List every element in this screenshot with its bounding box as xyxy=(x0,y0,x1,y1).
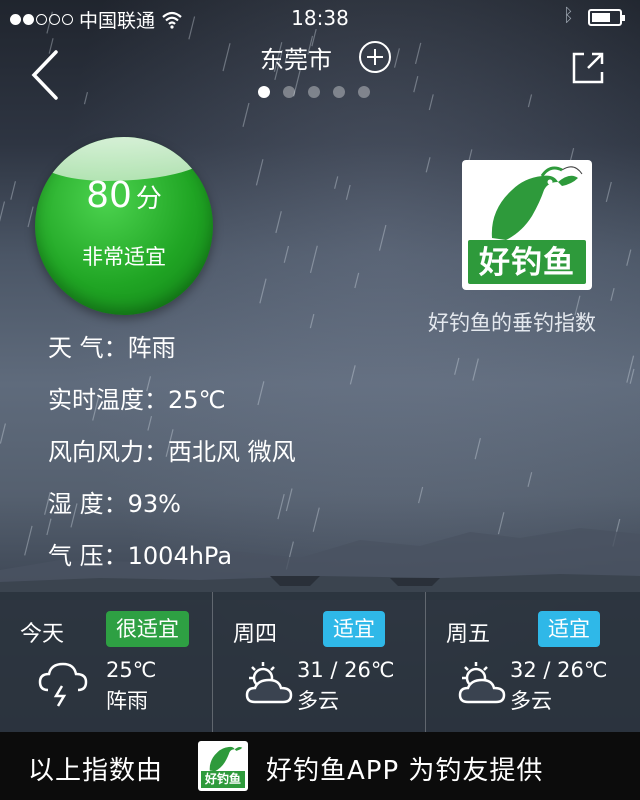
current-conditions: 天 气：阵雨 实时温度：25℃ 风向风力：西北风 微风 湿 度：93% 气 压：… xyxy=(48,328,296,588)
logo-caption: 好钓鱼的垂钓指数 xyxy=(428,311,596,335)
condition: 阵雨 xyxy=(106,689,148,713)
logo-text: 好钓鱼 xyxy=(479,245,575,281)
bluetooth-icon: ᛒ xyxy=(563,5,574,26)
partly-cloudy-icon xyxy=(458,662,506,704)
page-dot[interactable] xyxy=(283,86,295,98)
score-number: 80 xyxy=(86,175,132,216)
weather-row: 天 气：阵雨 xyxy=(48,334,176,362)
forecast-day-thursday[interactable]: 周四 适宜 31 / 26℃ 多云 xyxy=(213,592,426,732)
rating-badge: 适宜 xyxy=(323,611,385,647)
partly-cloudy-icon xyxy=(245,662,293,704)
temperature: 32 / 26℃ xyxy=(510,658,608,682)
footer-banner: 以上指数由 好钓鱼 好钓鱼APP 为钓友提供 xyxy=(0,732,640,800)
temperature-row: 实时温度：25℃ xyxy=(48,386,226,414)
battery-icon xyxy=(588,9,625,26)
rating-badge: 适宜 xyxy=(538,611,600,647)
rating-badge: 很适宜 xyxy=(106,611,189,647)
day-name: 周五 xyxy=(446,622,491,647)
status-bar: 中国联通 18:38 ᛒ xyxy=(0,0,640,36)
condition: 多云 xyxy=(297,689,339,713)
footer-text-after: 好钓鱼APP 为钓友提供 xyxy=(266,756,544,786)
forecast-day-today[interactable]: 今天 很适宜 25℃ 阵雨 xyxy=(0,592,213,732)
forecast-day-friday[interactable]: 周五 适宜 32 / 26℃ 多云 xyxy=(426,592,639,732)
page-dot[interactable] xyxy=(308,86,320,98)
city-title[interactable]: 东莞市 xyxy=(260,40,332,75)
page-dot[interactable] xyxy=(333,86,345,98)
fishing-score-badge: 80 分 非常适宜 xyxy=(35,137,213,315)
add-city-icon[interactable] xyxy=(358,40,392,74)
score-unit: 分 xyxy=(135,184,162,214)
page-dot[interactable] xyxy=(358,86,370,98)
page-indicator[interactable] xyxy=(258,86,370,98)
score-value: 80 分 xyxy=(35,175,213,216)
temperature: 25℃ xyxy=(106,658,157,682)
share-icon[interactable] xyxy=(568,48,608,88)
condition: 多云 xyxy=(510,689,552,713)
wind-row: 风向风力：西北风 微风 xyxy=(48,438,296,466)
pressure-row: 气 压：1004hPa xyxy=(48,542,233,570)
haodiaoyu-logo: 好钓鱼 xyxy=(462,160,592,290)
back-arrow-icon[interactable] xyxy=(24,48,68,102)
clock: 18:38 xyxy=(291,6,349,30)
humidity-row: 湿 度：93% xyxy=(48,490,181,518)
rain-cloud-icon xyxy=(38,662,88,707)
page-dot[interactable] xyxy=(258,86,270,98)
jumping-fish-icon xyxy=(209,746,243,772)
day-name: 周四 xyxy=(233,622,278,647)
footer-logo-text: 好钓鱼 xyxy=(204,772,241,786)
score-rating-label: 非常适宜 xyxy=(82,245,166,269)
day-name: 今天 xyxy=(20,622,65,647)
footer-logo: 好钓鱼 xyxy=(198,741,248,791)
footer-text-before: 以上指数由 xyxy=(28,756,164,786)
forecast-strip: 今天 很适宜 25℃ 阵雨 周四 适宜 31 / 26℃ 多云 周五 适宜 32… xyxy=(0,592,640,732)
temperature: 31 / 26℃ xyxy=(297,658,395,682)
